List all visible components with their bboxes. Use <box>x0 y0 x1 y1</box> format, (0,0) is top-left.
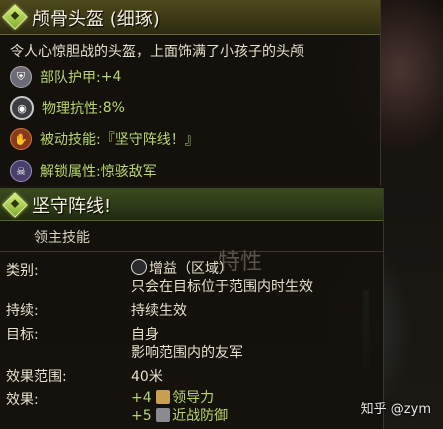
buff-area-icon <box>131 259 147 275</box>
armor-icon: ⛨ <box>10 66 32 88</box>
effect-label: 效果: <box>6 392 39 408</box>
melee-defense-icon <box>156 408 171 422</box>
skill-tooltip: 坚守阵线! 领主技能 特性 类别: 增益（区域） 只会在目标位于范围内时生效 持… <box>0 188 384 429</box>
skill-divider <box>0 251 383 252</box>
effect-leadership: +4 领导力 <box>131 390 215 406</box>
type-label: 类别: <box>6 263 39 279</box>
item-tooltip: 颅骨头盔 (细琢) 令人心惊胆战的头盔，上面饰满了小孩子的头颅 ⛨ 部队护甲: … <box>0 0 381 186</box>
item-title: 颅骨头盔 (细琢) <box>32 9 160 30</box>
stat-row-armor: ⛨ 部队护甲: +4 <box>10 65 121 89</box>
skill-title: 坚守阵线! <box>32 196 112 217</box>
stat-row-physical-resist: ◉ 物理抗性: 8% <box>10 96 125 120</box>
item-description: 令人心惊胆战的头盔，上面饰满了小孩子的头颅 <box>10 44 304 60</box>
stat-row-passive-skill: ✋ 被动技能: 『坚守阵线！』 <box>10 127 199 151</box>
skill-diamond-icon <box>2 192 28 218</box>
item-header: 颅骨头盔 (细琢) <box>0 0 380 35</box>
range-value: 40米 <box>131 369 163 385</box>
target-value-allies: 影响范围内的友军 <box>131 345 243 361</box>
skill-subtitle: 领主技能 <box>34 230 90 246</box>
leadership-icon <box>156 390 171 404</box>
watermark: 知乎 @zym <box>360 402 431 417</box>
type-value: 增益（区域） <box>131 258 233 278</box>
duration-label: 持续: <box>6 303 39 319</box>
range-label: 效果范围: <box>6 369 67 385</box>
stat-row-unlock: ☠ 解锁属性: 惊骇敌军 <box>10 159 157 183</box>
physical-resist-icon: ◉ <box>10 96 34 120</box>
effect-melee-defense: +5 近战防御 <box>131 408 229 424</box>
target-value-self: 自身 <box>131 327 159 343</box>
passive-skill-icon: ✋ <box>10 128 32 150</box>
target-label: 目标: <box>6 327 39 343</box>
type-description: 只会在目标位于范围内时生效 <box>131 279 313 295</box>
skill-header: 坚守阵线! <box>0 188 383 221</box>
duration-value: 持续生效 <box>131 303 187 319</box>
item-diamond-icon <box>2 4 28 30</box>
unlock-icon: ☠ <box>10 160 32 182</box>
